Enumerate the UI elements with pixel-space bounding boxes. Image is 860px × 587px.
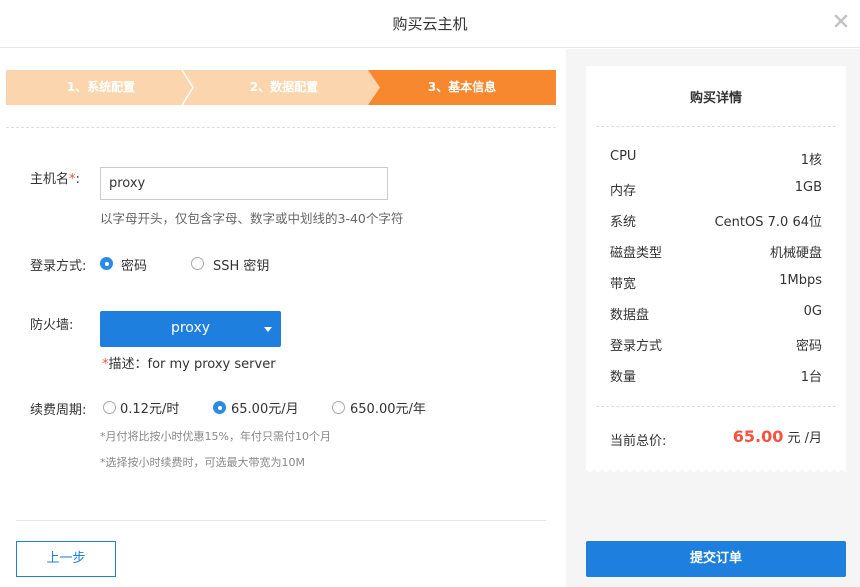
firewall-label: 防火墙: — [30, 318, 74, 333]
summary-value: 1GB — [794, 180, 822, 195]
caret-down-icon — [264, 327, 272, 332]
step-label: 2、数据配置 — [249, 80, 319, 94]
radio-password-label[interactable]: 密码 — [121, 255, 147, 274]
radio-password[interactable] — [100, 257, 113, 270]
hostname-input[interactable] — [100, 167, 388, 200]
radio-ssh-key[interactable] — [191, 257, 204, 270]
firewall-select[interactable]: proxy — [100, 311, 281, 347]
total-unit: 元 /月 — [783, 431, 822, 446]
desc-text: 描述：for my proxy server — [108, 357, 276, 372]
divider — [6, 127, 556, 128]
summary-key: 数据盘 — [610, 308, 650, 323]
summary-value: 1Mbps — [779, 273, 822, 288]
billing-note-1: *月付将比按小时优惠15%，年付只需付10个月 — [100, 430, 331, 443]
summary-row-quantity: 数量 1台 — [610, 366, 822, 386]
step-system-config: 1、系统配置 — [6, 70, 196, 105]
divider — [596, 126, 836, 127]
firewall-description: *描述：for my proxy server — [102, 353, 276, 372]
chevron-right-icon — [181, 70, 194, 105]
summary-key: 系统 — [610, 215, 637, 230]
hostname-label-text: 主机名 — [30, 172, 70, 187]
dialog-header: 购买云主机 — [0, 0, 860, 48]
summary-row-data-disk: 数据盘 0G — [610, 304, 822, 324]
summary-value: 密码 — [795, 339, 822, 354]
dialog-title: 购买云主机 — [392, 15, 468, 33]
step-progress: 1、系统配置 2、数据配置 3、基本信息 — [6, 70, 556, 105]
step-data-config: 2、数据配置 — [184, 70, 384, 105]
submit-order-button[interactable]: 提交订单 — [586, 541, 846, 577]
summary-key: 数量 — [610, 370, 637, 385]
radio-monthly-label[interactable]: 65.00元/月 — [231, 398, 299, 417]
hostname-hint: 以字母开头，仅包含字母、数字或中划线的3-40个字符 — [100, 211, 404, 226]
radio-yearly[interactable] — [332, 401, 345, 414]
summary-key: 磁盘类型 — [610, 246, 663, 261]
step-label: 3、基本信息 — [427, 80, 497, 94]
radio-ssh-key-label[interactable]: SSH 密钥 — [213, 255, 269, 274]
radio-monthly[interactable] — [213, 401, 226, 414]
summary-row-disk-type: 磁盘类型 机械硬盘 — [610, 242, 822, 262]
footer-divider — [16, 520, 546, 521]
divider — [596, 406, 836, 407]
radio-hourly-label[interactable]: 0.12元/时 — [120, 398, 179, 417]
summary-key: 内存 — [610, 184, 637, 199]
radio-yearly-label[interactable]: 650.00元/年 — [350, 398, 426, 417]
order-summary-card: 购买详情 CPU 1核 内存 1GB 系统 CentOS 7.0 64位 磁盘类… — [586, 66, 846, 470]
summary-title: 购买详情 — [689, 91, 742, 106]
summary-key: 带宽 — [610, 277, 637, 292]
hostname-label: 主机名*: — [30, 168, 80, 187]
summary-value: 1台 — [800, 370, 822, 385]
prev-step-button[interactable]: 上一步 — [16, 541, 116, 577]
step-label: 1、系统配置 — [66, 80, 136, 94]
close-icon[interactable] — [832, 12, 850, 30]
receipt-edge — [586, 464, 846, 473]
summary-value: 机械硬盘 — [769, 246, 822, 261]
radio-hourly[interactable] — [103, 401, 116, 414]
summary-value: 1核 — [800, 153, 822, 168]
login-method-label: 登录方式: — [30, 259, 87, 274]
billing-period-label: 续费周期: — [30, 403, 87, 418]
summary-row-os: 系统 CentOS 7.0 64位 — [610, 211, 822, 231]
firewall-selected-value: proxy — [170, 320, 211, 336]
summary-key: 登录方式 — [610, 339, 663, 354]
summary-value: CentOS 7.0 64位 — [714, 215, 822, 230]
label-colon: : — [75, 172, 80, 187]
summary-row-login-method: 登录方式 密码 — [610, 335, 822, 355]
summary-row-memory: 内存 1GB — [610, 180, 822, 200]
billing-note-2: *选择按小时续费时，可选最大带宽为10M — [100, 456, 305, 469]
total-price: 65.00 元 /月 — [733, 427, 822, 446]
total-price-label: 当前总价: — [610, 434, 667, 449]
summary-row-bandwidth: 带宽 1Mbps — [610, 273, 822, 293]
summary-value: 0G — [803, 304, 822, 319]
total-amount: 65.00 — [732, 427, 784, 446]
step-basic-info: 3、基本信息 — [368, 70, 556, 105]
summary-row-cpu: CPU 1核 — [610, 149, 822, 169]
summary-key: CPU — [610, 149, 637, 164]
